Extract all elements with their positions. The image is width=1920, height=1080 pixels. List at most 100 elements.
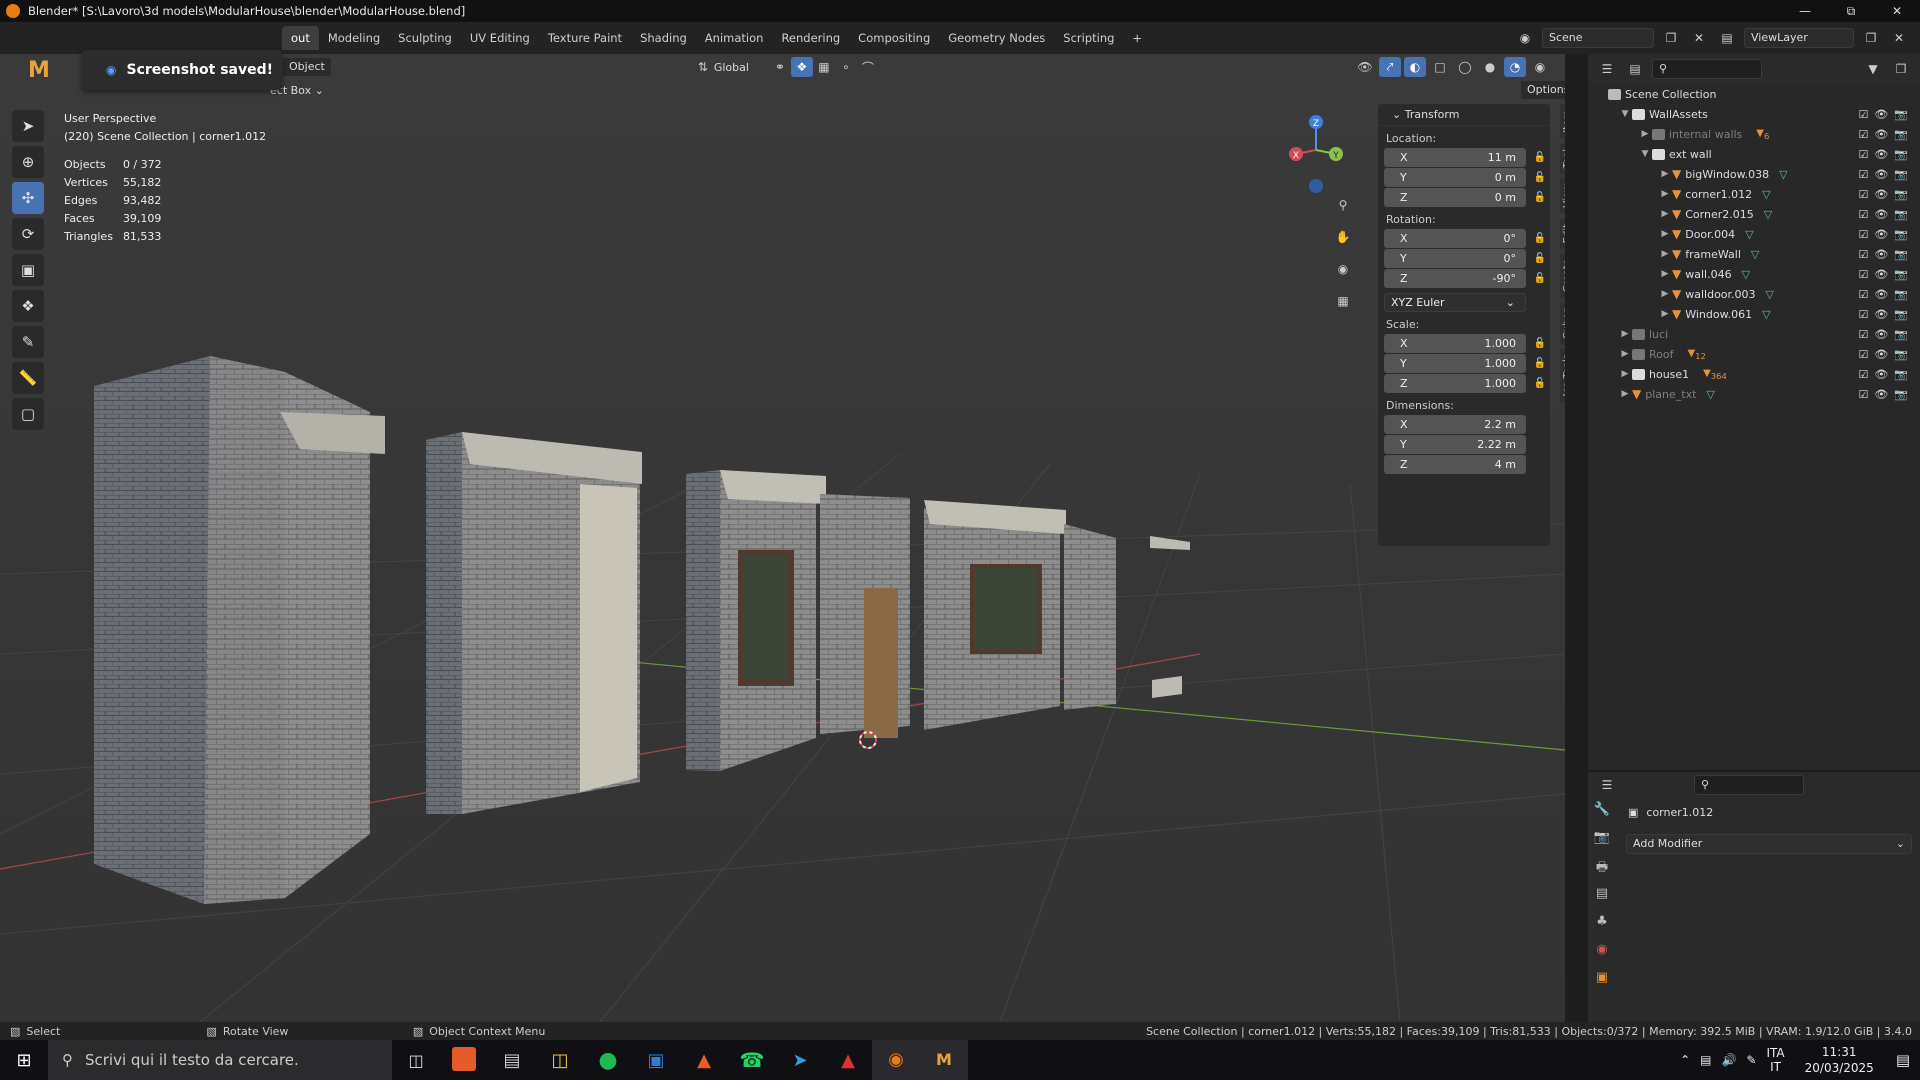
filter-icon[interactable]: ▼ (1862, 59, 1884, 79)
falloff-icon[interactable]: ⌒ (857, 57, 879, 77)
exclude-checkbox-icon[interactable]: ☑ (1858, 368, 1868, 381)
eye-icon[interactable]: 👁 (1874, 248, 1888, 261)
eye-icon[interactable]: 👁 (1874, 288, 1888, 301)
expand-toggle-icon[interactable]: ▼ (1638, 149, 1652, 159)
store-app-icon[interactable]: ▤ (488, 1050, 536, 1071)
render-camera-icon[interactable]: 📷 (1894, 308, 1908, 321)
volume-icon[interactable]: 🔊 (1721, 1053, 1736, 1067)
orientation-dropdown[interactable]: Global (714, 61, 749, 74)
object-tab-icon[interactable]: ▣ (1588, 970, 1616, 998)
material-shading-icon[interactable]: ◔ (1504, 57, 1526, 77)
outliner-row[interactable]: ▶ internal walls ▼6 ☑ 👁 📷 (1588, 124, 1920, 144)
rotation-x-field[interactable]: X 0° (1384, 228, 1526, 248)
expand-toggle-icon[interactable]: ▶ (1658, 249, 1672, 259)
properties-type-icon[interactable]: ☰ (1596, 775, 1618, 795)
eye-icon[interactable]: 👁 (1874, 388, 1888, 401)
telegram-app-icon[interactable]: ➤ (776, 1050, 824, 1071)
expand-toggle-icon[interactable]: ▶ (1618, 329, 1632, 339)
expand-toggle-icon[interactable]: ▶ (1658, 169, 1672, 179)
sidebar-tab-cuber[interactable]: Cuber (1560, 302, 1565, 345)
scene-collection-row[interactable]: Scene Collection (1588, 84, 1920, 104)
pivot-icon[interactable]: ⚭ (769, 57, 791, 77)
snap-icon[interactable]: ❖ (790, 57, 813, 77)
render-camera-icon[interactable]: 📷 (1894, 268, 1908, 281)
proportional-edit-icon[interactable]: ∘ (835, 57, 857, 77)
clock[interactable]: 11:31 20/03/2025 (1805, 1044, 1874, 1076)
render-camera-icon[interactable]: 📷 (1894, 128, 1908, 141)
outliner-row[interactable]: ▶ Roof ▼12 ☑ 👁 📷 (1588, 344, 1920, 364)
exclude-checkbox-icon[interactable]: ☑ (1858, 328, 1868, 341)
language-indicator[interactable]: ITA IT (1766, 1046, 1784, 1074)
rotation-z-field[interactable]: Z -90° (1384, 268, 1526, 288)
expand-toggle-icon[interactable]: ▶ (1658, 269, 1672, 279)
scale-z-field[interactable]: Z 1.000 (1384, 373, 1526, 393)
pan-hand-icon[interactable]: ✋ (1330, 226, 1356, 248)
mode-dropdown[interactable]: Object (282, 57, 332, 77)
rotate-tool-icon[interactable]: ⟳ (12, 218, 44, 250)
tray-chevron-icon[interactable]: ⌃ (1680, 1053, 1690, 1067)
eye-icon[interactable]: 👁 (1874, 228, 1888, 241)
exclude-checkbox-icon[interactable]: ☑ (1858, 268, 1868, 281)
location-z-field[interactable]: Z0 m (1384, 187, 1526, 207)
tab-out[interactable]: out (282, 26, 319, 50)
dimensions-x-field[interactable]: X 2.2 m (1384, 414, 1526, 434)
sidebar-tab-create[interactable]: Create (1560, 253, 1565, 299)
rotation-y-field[interactable]: Y 0° (1384, 248, 1526, 268)
world-tab-icon[interactable]: ◉ (1588, 942, 1616, 970)
transform-tool-icon[interactable]: ❖ (12, 290, 44, 322)
solid-shading-icon[interactable]: ● (1479, 57, 1501, 77)
render-tab-icon[interactable]: 📷 (1588, 830, 1616, 858)
exclude-checkbox-icon[interactable]: ☑ (1858, 148, 1868, 161)
scale-y-field[interactable]: Y 1.000 (1384, 353, 1526, 373)
outliner-row[interactable]: ▶ ▼ wall.046 ▽ ☑ 👁 📷 (1588, 264, 1920, 284)
expand-toggle-icon[interactable]: ▶ (1658, 309, 1672, 319)
sidebar-tab-tool[interactable]: Tool (1560, 142, 1565, 175)
eye-icon[interactable]: 👁 (1874, 328, 1888, 341)
scene-selector-icon[interactable]: ◉ (1514, 28, 1536, 48)
outliner-row[interactable]: ▶ ▼ walldoor.003 ▽ ☑ 👁 📷 (1588, 284, 1920, 304)
rotation-mode-dropdown[interactable]: XYZ Euler ⌄ (1384, 292, 1526, 312)
exclude-checkbox-icon[interactable]: ☑ (1858, 248, 1868, 261)
eye-icon[interactable]: 👁 (1874, 108, 1888, 121)
brave-app-icon[interactable]: ▲ (680, 1050, 728, 1071)
spotify-app-icon[interactable]: ● (584, 1048, 632, 1073)
new-scene-icon[interactable]: ❐ (1660, 28, 1682, 48)
rendered-shading-icon[interactable]: ◉ (1529, 57, 1551, 77)
eye-icon[interactable]: 👁 (1874, 188, 1888, 201)
tab-animation[interactable]: Animation (696, 26, 773, 50)
wireframe-shading-icon[interactable]: ◯ (1454, 57, 1476, 77)
expand-toggle-icon[interactable]: ▶ (1658, 189, 1672, 199)
exclude-checkbox-icon[interactable]: ☑ (1858, 108, 1868, 121)
outliner-row[interactable]: ▼ ext wall ☑ 👁 📷 (1588, 144, 1920, 164)
expand-toggle-icon[interactable]: ▶ (1658, 229, 1672, 239)
display-mode-icon[interactable]: ▤ (1624, 59, 1646, 79)
eye-icon[interactable]: 👁 (1874, 208, 1888, 221)
tab-rendering[interactable]: Rendering (772, 26, 849, 50)
add-workspace-button[interactable]: + (1123, 26, 1151, 50)
exclude-checkbox-icon[interactable]: ☑ (1858, 228, 1868, 241)
annotate-tool-icon[interactable]: ✎ (12, 326, 44, 358)
outliner-row[interactable]: ▶ ▼ Window.061 ▽ ☑ 👁 📷 (1588, 304, 1920, 324)
gizmo-toggle-icon[interactable]: ⤤ (1379, 57, 1401, 77)
expand-toggle-icon[interactable]: ▶ (1658, 209, 1672, 219)
properties-search-input[interactable]: ⚲ (1694, 775, 1804, 795)
outliner-row[interactable]: ▼ WallAssets ☑ 👁 📷 (1588, 104, 1920, 124)
measure-tool-icon[interactable]: 📏 (12, 362, 44, 394)
render-camera-icon[interactable]: 📷 (1894, 208, 1908, 221)
exclude-checkbox-icon[interactable]: ☑ (1858, 188, 1868, 201)
location-x-field[interactable]: X 11 m (1384, 147, 1526, 167)
zoom-icon[interactable]: ⚲ (1330, 194, 1356, 216)
exclude-checkbox-icon[interactable]: ☑ (1858, 388, 1868, 401)
camera-view-icon[interactable]: ◉ (1330, 258, 1356, 280)
scene-tab-icon[interactable]: ♣ (1588, 914, 1616, 942)
add-cube-tool-icon[interactable]: ▢ (12, 398, 44, 430)
outliner-search-input[interactable]: ⚲ (1652, 59, 1762, 79)
exclude-checkbox-icon[interactable]: ☑ (1858, 308, 1868, 321)
tab-sculpting[interactable]: Sculpting (389, 26, 461, 50)
m-app-icon[interactable]: M (920, 1040, 968, 1080)
render-camera-icon[interactable]: 📷 (1894, 348, 1908, 361)
new-viewlayer-icon[interactable]: ❐ (1860, 28, 1882, 48)
lock-icon[interactable]: 🔓 (1532, 253, 1548, 264)
eye-icon[interactable]: 👁 (1874, 168, 1888, 181)
sidebar-tab-edit[interactable]: Edit (1560, 217, 1565, 250)
